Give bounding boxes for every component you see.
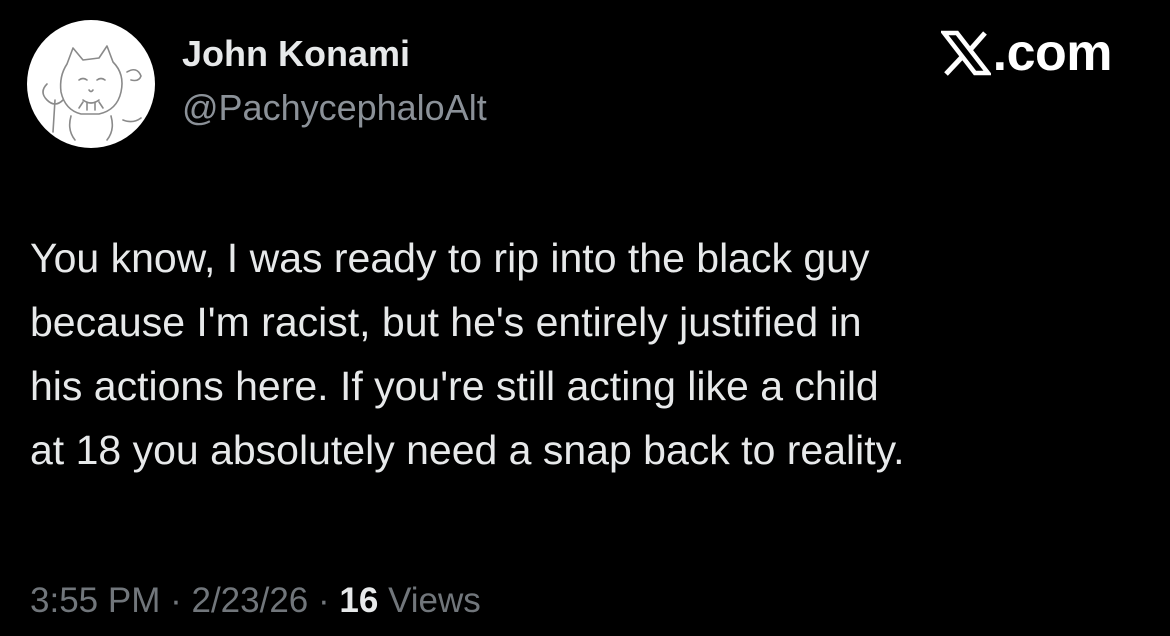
meta-separator: ·: [170, 581, 182, 620]
avatar[interactable]: [27, 20, 155, 148]
tweet-body-line: at 18 you absolutely need a snap back to…: [30, 427, 905, 473]
brand-suffix: .com: [992, 24, 1113, 82]
tweet-body-line: because I'm racist, but he's entirely ju…: [30, 299, 862, 345]
x-logo-icon: [940, 30, 991, 76]
tweet-body: You know, I was ready to rip into the bl…: [30, 226, 1140, 482]
tweet-card: John Konami @PachycephaloAlt .com You kn…: [0, 0, 1170, 636]
tweet-meta: 3:55 PM · 2/23/26 · 16 Views: [30, 576, 481, 626]
tweet-date[interactable]: 2/23/26: [191, 581, 308, 620]
tweet-time[interactable]: 3:55 PM: [30, 581, 160, 620]
views-label[interactable]: Views: [388, 581, 481, 620]
author-handle[interactable]: @PachycephaloAlt: [182, 84, 487, 132]
x-com-brand: .com: [940, 24, 1113, 82]
author-display-name[interactable]: John Konami: [182, 30, 410, 78]
tweet-body-line: You know, I was ready to rip into the bl…: [30, 235, 870, 281]
views-count[interactable]: 16: [339, 581, 378, 620]
meta-separator: ·: [318, 581, 330, 620]
cat-sketch-icon: [42, 45, 142, 141]
tweet-body-line: his actions here. If you're still acting…: [30, 363, 879, 409]
